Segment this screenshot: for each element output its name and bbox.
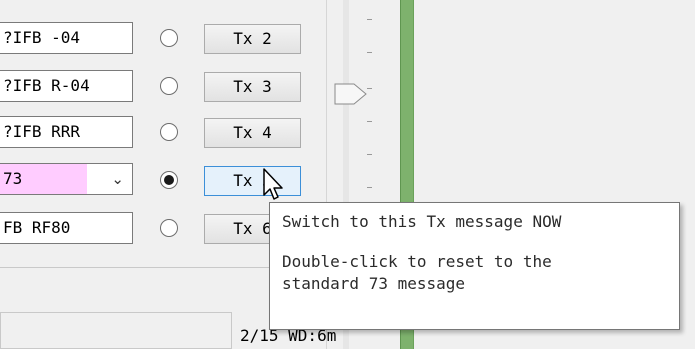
tx5-radio[interactable] xyxy=(160,171,178,189)
chevron-down-icon[interactable]: ⌄ xyxy=(111,164,124,194)
slider-tick xyxy=(367,154,372,155)
tx5-message-combo[interactable]: 73 ⌄ xyxy=(0,163,133,195)
tooltip-line3: standard 73 message xyxy=(282,274,466,293)
slider-thumb[interactable] xyxy=(334,83,368,105)
tx2-radio[interactable] xyxy=(160,29,178,47)
tx2-button[interactable]: Tx 2 xyxy=(204,24,301,54)
tx3-radio[interactable] xyxy=(160,77,178,95)
tx4-message-field[interactable]: ?IFB RRR xyxy=(0,116,133,148)
tx5-combo-value: 73 xyxy=(0,164,87,194)
slider-tick xyxy=(367,121,372,122)
tx6-radio[interactable] xyxy=(160,219,178,237)
tooltip-line1: Switch to this Tx message NOW xyxy=(282,212,562,231)
tx4-button[interactable]: Tx 4 xyxy=(204,118,301,148)
tx3-button[interactable]: Tx 3 xyxy=(204,72,301,102)
slider-tick xyxy=(367,52,372,53)
slider-tick xyxy=(367,187,372,188)
mouse-cursor-icon xyxy=(263,168,283,200)
tx3-message-field[interactable]: ?IFB R-04 xyxy=(0,70,133,102)
tooltip-line2: Double-click to reset to the xyxy=(282,252,552,271)
tx6-message-field[interactable]: FB RF80 xyxy=(0,212,133,244)
tx2-message-field[interactable]: ?IFB -04 xyxy=(0,22,133,54)
status-box xyxy=(0,312,232,349)
tooltip: Switch to this Tx message NOW Double-cli… xyxy=(269,202,680,330)
slider-tick xyxy=(367,19,372,20)
radio-selected-dot xyxy=(164,175,174,185)
tx4-radio[interactable] xyxy=(160,123,178,141)
